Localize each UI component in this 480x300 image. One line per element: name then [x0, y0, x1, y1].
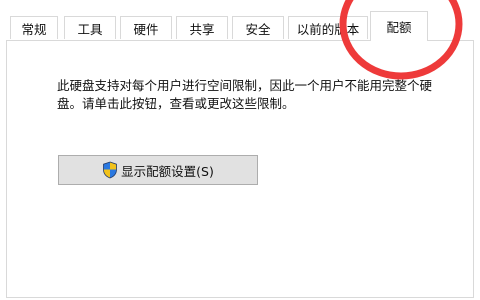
quota-description: 此硬盘支持对每个用户进行空间限制，因此一个用户不能用完整个硬盘。请单击此按钮，查… — [57, 78, 433, 111]
show-quota-settings-button[interactable]: 显示配额设置(S) — [58, 155, 258, 185]
tab-sharing[interactable]: 共享 — [176, 16, 228, 39]
tab-label: 共享 — [189, 21, 215, 37]
tab-label: 配额 — [386, 20, 412, 35]
tab-label: 常规 — [21, 21, 47, 37]
quota-tab-panel: 此硬盘支持对每个用户进行空间限制，因此一个用户不能用完整个硬盘。请单击此按钮，查… — [6, 40, 474, 298]
tab-label: 以前的版本 — [296, 21, 360, 37]
tab-previous-versions[interactable]: 以前的版本 — [288, 16, 368, 39]
tab-label: 工具 — [77, 21, 103, 37]
tab-tools[interactable]: 工具 — [64, 16, 116, 39]
tab-label: 硬件 — [133, 21, 159, 37]
tab-bar: 常规 工具 硬件 共享 安全 以前的版本 配额 — [0, 0, 480, 41]
tab-general[interactable]: 常规 — [10, 16, 58, 39]
tab-hardware[interactable]: 硬件 — [120, 16, 172, 39]
shield-icon — [102, 161, 118, 179]
tab-quota[interactable]: 配额 — [370, 11, 428, 41]
tab-label: 安全 — [245, 21, 271, 37]
show-quota-settings-label: 显示配额设置(S) — [121, 163, 214, 179]
tab-security[interactable]: 安全 — [232, 16, 284, 39]
